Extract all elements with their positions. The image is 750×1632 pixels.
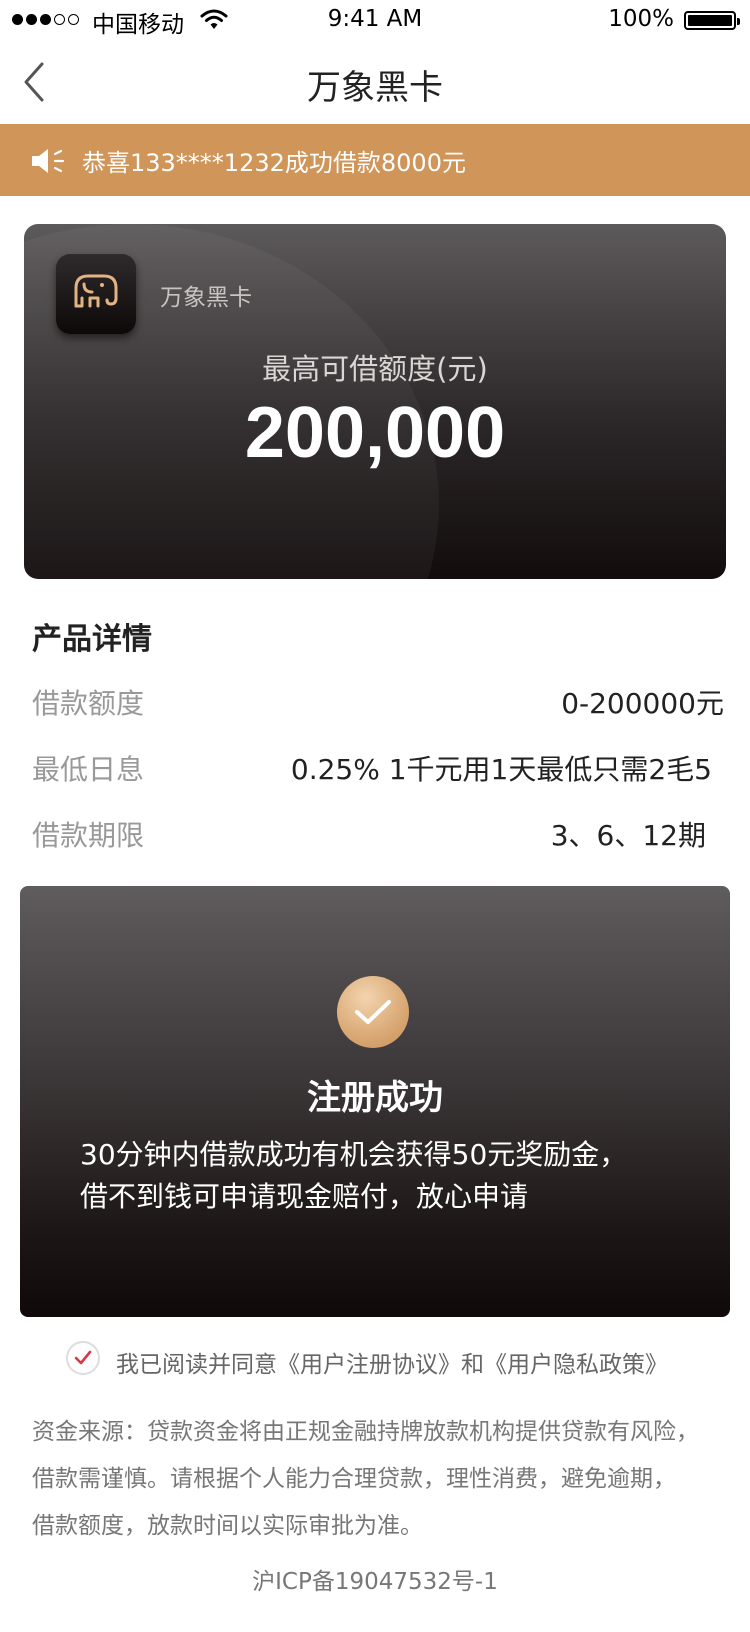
detail-label: 借款额度	[32, 687, 145, 720]
registration-success-panel: 注册成功 30分钟内借款成功有机会获得50元奖励金， 借不到钱可申请现金赔付，放…	[20, 886, 730, 1317]
success-description: 30分钟内借款成功有机会获得50元奖励金， 借不到钱可申请现金赔付，放心申请	[80, 1134, 627, 1218]
app-name: 万象黑卡	[160, 285, 252, 311]
page-title: 万象黑卡	[307, 68, 443, 108]
status-bar: 中国移动 9:41 AM 100%	[0, 0, 750, 40]
icp-license: 沪ICP备19047532号-1	[252, 1569, 498, 1595]
agreement-text[interactable]: 我已阅读并同意《用户注册协议》和《用户隐私政策》	[116, 1345, 668, 1379]
app-logo	[56, 254, 136, 334]
detail-value: 3、6、12期	[550, 819, 706, 852]
credit-card-panel: 万象黑卡 最高可借额度(元) 200,000	[24, 224, 726, 579]
detail-value: 0-200000元	[561, 687, 724, 720]
disclaimer-line: 借款需谨慎。请根据个人能力合理贷款，理性消费，避免逾期，	[32, 1466, 676, 1492]
funding-disclaimer: 资金来源：贷款资金将由正规金融持牌放款机构提供贷款有风险， 借款需谨慎。请根据个…	[32, 1409, 732, 1550]
detail-row-interest: 最低日息 0.25% 1千元用1天最低只需2毛5	[32, 748, 724, 788]
success-line: 30分钟内借款成功有机会获得50元奖励金，	[80, 1138, 628, 1171]
detail-label: 最低日息	[32, 753, 145, 786]
detail-value: 0.25% 1千元用1天最低只需2毛5	[290, 753, 712, 786]
success-line: 借不到钱可申请现金赔付，放心申请	[80, 1180, 529, 1213]
checkmark-icon	[74, 1350, 92, 1365]
success-title: 注册成功	[307, 1078, 443, 1118]
detail-label: 借款期限	[32, 819, 145, 852]
limit-label: 最高可借额度(元)	[262, 352, 488, 386]
speaker-icon	[32, 149, 65, 173]
checkmark-icon	[355, 1000, 391, 1024]
success-check-badge	[337, 976, 409, 1048]
disclaimer-line: 资金来源：贷款资金将由正规金融持牌放款机构提供贷款有风险，	[32, 1419, 699, 1445]
disclaimer-line: 借款额度，放款时间以实际审批为准。	[32, 1513, 423, 1539]
limit-value: 200,000	[244, 393, 506, 473]
battery-icon	[684, 11, 740, 30]
agreement-checkbox[interactable]	[66, 1341, 100, 1375]
detail-row-amount: 借款额度 0-200000元	[32, 682, 724, 722]
detail-row-term: 借款期限 3、6、12期	[32, 814, 724, 854]
battery-percent: 100%	[608, 6, 674, 32]
nav-bar: 万象黑卡	[0, 40, 750, 124]
elephant-icon	[74, 274, 118, 308]
notice-text: 恭喜133****1232成功借款8000元	[82, 149, 466, 177]
notice-bar: 恭喜133****1232成功借款8000元	[0, 124, 750, 196]
product-details-title: 产品详情	[32, 622, 152, 657]
